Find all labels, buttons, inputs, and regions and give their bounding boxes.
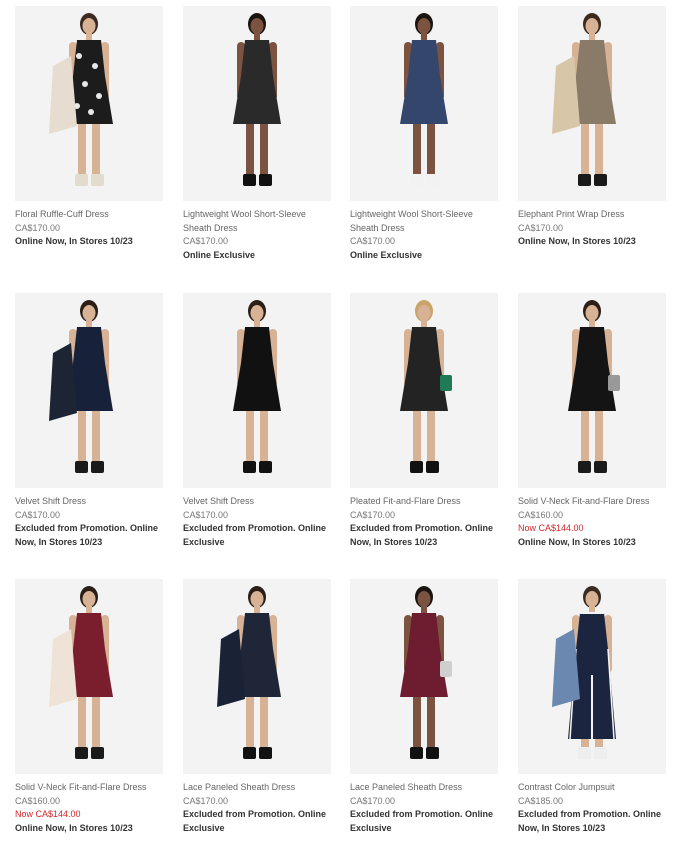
product-card[interactable]: Velvet Shift Dress CA$170.00 Excluded fr…: [15, 293, 163, 549]
model-illustration: [552, 586, 616, 759]
product-image[interactable]: [350, 293, 498, 488]
sale-price: Now CA$144.00: [15, 809, 81, 819]
product-price: CA$170.00: [183, 509, 229, 520]
product-price: CA$170.00: [15, 509, 61, 520]
availability-note: Online Now, In Stores 10/23: [15, 236, 133, 246]
product-name[interactable]: Contrast Color Jumpsuit: [518, 781, 666, 795]
model-illustration: [400, 300, 452, 473]
product-image[interactable]: [518, 293, 666, 488]
product-name[interactable]: Lightweight Wool Short-Sleeve Sheath Dre…: [350, 208, 498, 235]
model-illustration: [400, 13, 448, 186]
product-card[interactable]: Elephant Print Wrap Dress CA$170.00 Onli…: [518, 6, 666, 249]
product-grid: Floral Ruffle-Cuff Dress CA$170.00 Onlin…: [0, 0, 700, 852]
availability-note: Excluded from Promotion. Online Exclusiv…: [183, 809, 327, 833]
availability-note: Online Exclusive: [183, 249, 256, 260]
product-price: CA$170.00: [183, 795, 229, 806]
product-image[interactable]: [350, 6, 498, 201]
sale-price: Now CA$144.00: [518, 523, 584, 533]
model-illustration: [568, 300, 620, 473]
product-name[interactable]: Solid V-Neck Fit-and-Flare Dress: [518, 495, 666, 509]
product-price: CA$170.00: [350, 236, 396, 246]
product-price: CA$170.00: [350, 795, 396, 806]
product-price: CA$170.00: [183, 236, 229, 246]
product-price: CA$185.00: [518, 795, 564, 806]
availability-note: Online Now, In Stores 10/23: [518, 236, 636, 246]
product-image[interactable]: [518, 6, 666, 201]
product-name[interactable]: Lace Paneled Sheath Dress: [350, 781, 498, 795]
product-card[interactable]: Lightweight Wool Short-Sleeve Sheath Dre…: [183, 6, 331, 262]
model-illustration: [49, 586, 113, 759]
product-name[interactable]: Elephant Print Wrap Dress: [518, 208, 666, 222]
availability-note: Online Exclusive: [350, 249, 423, 260]
product-image[interactable]: [15, 6, 163, 201]
product-card[interactable]: Lace Paneled Sheath Dress CA$170.00 Excl…: [350, 579, 498, 835]
product-image[interactable]: [183, 293, 331, 488]
product-card[interactable]: Velvet Shift Dress CA$170.00 Excluded fr…: [183, 293, 331, 549]
product-card[interactable]: Pleated Fit-and-Flare Dress CA$170.00 Ex…: [350, 293, 498, 549]
product-name[interactable]: Velvet Shift Dress: [15, 495, 163, 509]
model-illustration: [400, 586, 452, 759]
product-name[interactable]: Pleated Fit-and-Flare Dress: [350, 495, 498, 509]
product-image[interactable]: [183, 579, 331, 774]
product-image[interactable]: [183, 6, 331, 201]
product-image[interactable]: [15, 293, 163, 488]
product-name[interactable]: Floral Ruffle-Cuff Dress: [15, 208, 163, 222]
product-price: CA$170.00: [15, 222, 61, 233]
product-price: CA$170.00: [518, 222, 564, 233]
product-image[interactable]: [350, 579, 498, 774]
availability-note: Excluded from Promotion. Online Now, In …: [350, 523, 494, 547]
product-name[interactable]: Lace Paneled Sheath Dress: [183, 781, 331, 795]
product-card[interactable]: Solid V-Neck Fit-and-Flare Dress CA$160.…: [15, 579, 163, 835]
availability-note: Excluded from Promotion. Online Exclusiv…: [350, 809, 494, 833]
availability-note: Excluded from Promotion. Online Exclusiv…: [183, 523, 327, 547]
availability-note: Excluded from Promotion. Online Now, In …: [15, 523, 159, 547]
product-price: CA$160.00: [518, 509, 564, 520]
product-image[interactable]: [15, 579, 163, 774]
product-card[interactable]: Lace Paneled Sheath Dress CA$170.00 Excl…: [183, 579, 331, 835]
product-card[interactable]: Floral Ruffle-Cuff Dress CA$170.00 Onlin…: [15, 6, 163, 249]
model-illustration: [49, 13, 113, 186]
availability-note: Online Now, In Stores 10/23: [15, 822, 133, 833]
model-illustration: [233, 13, 281, 186]
product-card[interactable]: Solid V-Neck Fit-and-Flare Dress CA$160.…: [518, 293, 666, 549]
model-illustration: [217, 586, 281, 759]
product-name[interactable]: Solid V-Neck Fit-and-Flare Dress: [15, 781, 163, 795]
product-image[interactable]: [518, 579, 666, 774]
product-name[interactable]: Lightweight Wool Short-Sleeve Sheath Dre…: [183, 208, 331, 235]
model-illustration: [233, 300, 281, 473]
model-illustration: [49, 300, 113, 473]
product-name[interactable]: Velvet Shift Dress: [183, 495, 331, 509]
availability-note: Excluded from Promotion. Online Now, In …: [518, 809, 662, 833]
product-card[interactable]: Lightweight Wool Short-Sleeve Sheath Dre…: [350, 6, 498, 262]
model-illustration: [552, 13, 616, 186]
availability-note: Online Now, In Stores 10/23: [518, 536, 636, 547]
product-card[interactable]: Contrast Color Jumpsuit CA$185.00 Exclud…: [518, 579, 666, 835]
product-price: CA$160.00: [15, 795, 61, 806]
product-price: CA$170.00: [350, 509, 396, 520]
